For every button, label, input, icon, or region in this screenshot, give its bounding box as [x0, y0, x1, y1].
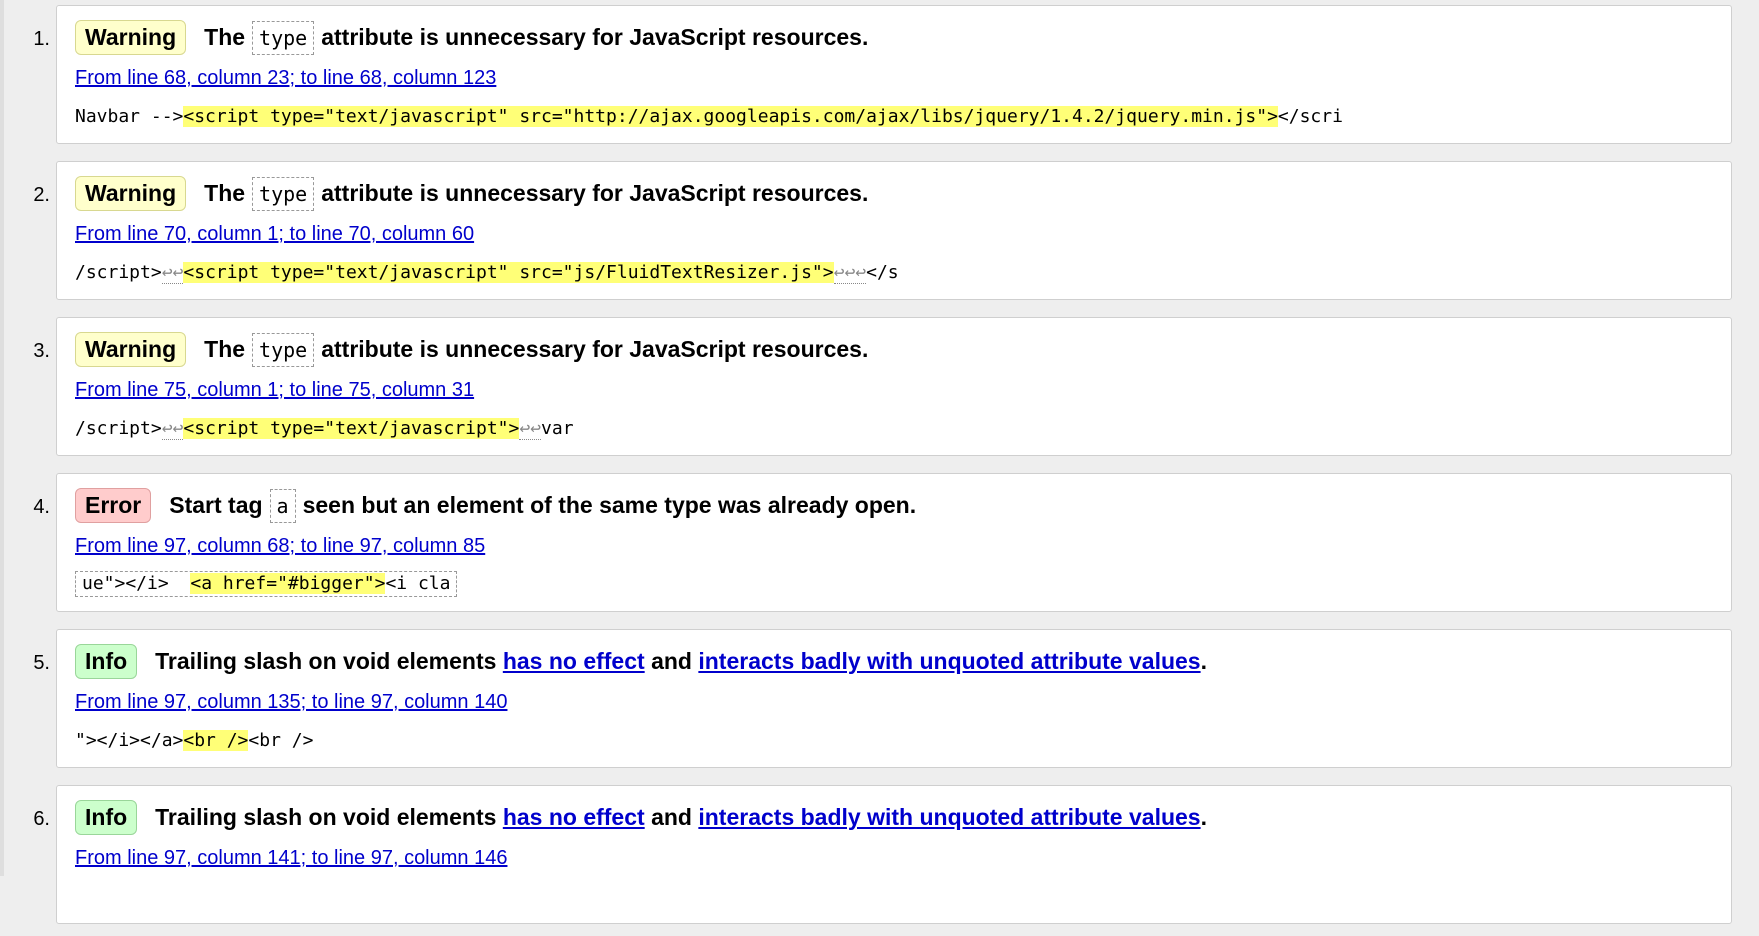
message-text: Trailing slash on void elements — [155, 804, 497, 830]
message-item: 2. Warning The type attribute is unneces… — [0, 156, 1759, 312]
message-text: The — [204, 336, 246, 362]
extract-highlight: <script type="text/javascript"> — [183, 418, 520, 439]
message-card: Error Start tag a seen but an element of… — [56, 473, 1732, 612]
message-number: 6. — [33, 808, 50, 830]
message-text: seen but an element of the same type was… — [302, 492, 917, 518]
message-number: 3. — [33, 340, 50, 362]
message-text: attribute is unnecessary for JavaScript … — [321, 180, 869, 206]
message-text: and — [651, 804, 692, 830]
code-extract: /script>↩↩<script type="text/javascript"… — [75, 417, 574, 441]
extract-after: var — [541, 418, 574, 439]
extract-highlight: <script type="text/javascript" src="js/F… — [183, 262, 834, 283]
extract-before: /script> — [75, 262, 162, 283]
message-item: 5. Info Trailing slash on void elements … — [0, 624, 1759, 780]
extract-before: Navbar --> — [75, 106, 184, 127]
message-text: attribute is unnecessary for JavaScript … — [321, 24, 869, 50]
message-text: The — [204, 24, 246, 50]
location-link[interactable]: From line 97, column 135; to line 97, co… — [75, 691, 507, 714]
warning-badge: Warning — [75, 176, 187, 211]
extract-before: ue"></i> — [82, 573, 191, 594]
message-heading: Info Trailing slash on void elements has… — [75, 800, 1207, 835]
message-heading: Warning The type attribute is unnecessar… — [75, 176, 868, 211]
line-break-icon: ↩↩↩ — [833, 262, 867, 284]
message-card: Warning The type attribute is unnecessar… — [56, 317, 1732, 456]
message-number: 5. — [33, 652, 50, 674]
extract-after: </s — [866, 262, 899, 283]
has-no-effect-link[interactable]: has no effect — [503, 804, 645, 831]
location-link[interactable]: From line 75, column 1; to line 75, colu… — [75, 379, 474, 402]
message-heading: Info Trailing slash on void elements has… — [75, 644, 1207, 679]
message-text: attribute is unnecessary for JavaScript … — [321, 336, 869, 362]
message-heading: Warning The type attribute is unnecessar… — [75, 20, 868, 55]
extract-before: /script> — [75, 418, 162, 439]
extract-after: </scri — [1277, 106, 1343, 127]
code-extract: ue"></i> <a href="#bigger"><i cla — [75, 571, 458, 597]
line-break-icon: ↩↩ — [161, 262, 184, 284]
message-code: a — [269, 488, 296, 523]
location-link[interactable]: From line 97, column 141; to line 97, co… — [75, 847, 507, 870]
extract-highlight: <a href="#bigger"> — [190, 573, 386, 594]
message-item: 4. Error Start tag a seen but an element… — [0, 468, 1759, 624]
message-number: 4. — [33, 496, 50, 518]
extract-after: <i cla — [385, 573, 451, 594]
message-code: type — [252, 176, 315, 211]
location-link[interactable]: From line 68, column 23; to line 68, col… — [75, 67, 496, 90]
message-item: 6. Info Trailing slash on void elements … — [0, 780, 1759, 936]
info-badge: Info — [75, 800, 138, 835]
validation-messages: 1. Warning The type attribute is unneces… — [0, 0, 1759, 936]
code-extract: /script>↩↩<script type="text/javascript"… — [75, 261, 899, 285]
message-heading: Warning The type attribute is unnecessar… — [75, 332, 868, 367]
message-text: Start tag — [169, 492, 263, 518]
message-number: 2. — [33, 184, 50, 206]
line-break-icon: ↩↩ — [161, 418, 184, 440]
error-badge: Error — [75, 488, 152, 523]
message-text: . — [1200, 648, 1207, 674]
code-extract: Navbar --><script type="text/javascript"… — [75, 105, 1343, 129]
has-no-effect-link[interactable]: has no effect — [503, 648, 645, 675]
message-text: and — [651, 648, 692, 674]
extract-highlight: <script type="text/javascript" src="http… — [183, 106, 1278, 127]
message-card: Info Trailing slash on void elements has… — [56, 785, 1732, 924]
line-break-icon: ↩↩ — [519, 418, 542, 440]
location-link[interactable]: From line 70, column 1; to line 70, colu… — [75, 223, 474, 246]
message-number: 1. — [33, 28, 50, 50]
message-item: 1. Warning The type attribute is unneces… — [0, 0, 1759, 156]
message-text: Trailing slash on void elements — [155, 648, 497, 674]
message-card: Warning The type attribute is unnecessar… — [56, 5, 1732, 144]
message-code: type — [252, 20, 315, 55]
message-heading: Error Start tag a seen but an element of… — [75, 488, 916, 523]
unquoted-attributes-link[interactable]: interacts badly with unquoted attribute … — [698, 804, 1200, 831]
extract-before: "></i></a> — [75, 730, 184, 751]
message-text: The — [204, 180, 246, 206]
message-card: Info Trailing slash on void elements has… — [56, 629, 1732, 768]
warning-badge: Warning — [75, 20, 187, 55]
extract-highlight: <br /> — [183, 730, 249, 751]
location-link[interactable]: From line 97, column 68; to line 97, col… — [75, 535, 485, 558]
unquoted-attributes-link[interactable]: interacts badly with unquoted attribute … — [698, 648, 1200, 675]
code-extract: "></i></a><br /><br /> — [75, 729, 313, 753]
extract-after: <br /> — [248, 730, 314, 751]
message-item: 3. Warning The type attribute is unneces… — [0, 312, 1759, 468]
message-text: . — [1200, 804, 1207, 830]
message-code: type — [252, 332, 315, 367]
info-badge: Info — [75, 644, 138, 679]
message-card: Warning The type attribute is unnecessar… — [56, 161, 1732, 300]
warning-badge: Warning — [75, 332, 187, 367]
